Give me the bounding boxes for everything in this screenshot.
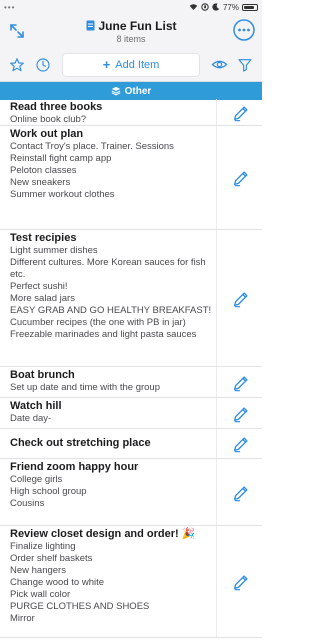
edit-pencil-icon[interactable] bbox=[232, 374, 250, 392]
edit-pencil-icon[interactable] bbox=[232, 573, 250, 591]
row-divider bbox=[216, 429, 217, 458]
expand-icon[interactable] bbox=[8, 22, 26, 40]
item-title: Friend zoom happy hour bbox=[10, 461, 139, 473]
row-divider bbox=[216, 459, 217, 525]
wifi-icon bbox=[189, 4, 198, 10]
list-item[interactable]: Friend zoom happy hour College girls High… bbox=[0, 459, 262, 526]
list-item[interactable]: Test recipies Light summer dishes Differe… bbox=[0, 230, 262, 367]
section-header[interactable]: Other bbox=[0, 82, 262, 100]
section-label: Other bbox=[124, 85, 152, 97]
add-item-button[interactable]: + Add Item bbox=[62, 52, 200, 77]
item-notes: Online book club? bbox=[10, 113, 87, 125]
layers-icon bbox=[111, 86, 121, 96]
toolbar: + Add Item bbox=[0, 48, 262, 82]
row-divider bbox=[216, 526, 217, 637]
item-count: 8 items bbox=[116, 33, 146, 44]
orientation-lock-icon bbox=[201, 3, 209, 11]
view-toggle-button[interactable] bbox=[206, 52, 232, 78]
item-title: Review closet design and order! 🎉 bbox=[10, 528, 196, 540]
star-icon bbox=[10, 57, 24, 71]
reminder-button[interactable] bbox=[30, 52, 56, 78]
item-notes: Set up date and time with the group bbox=[10, 381, 160, 393]
item-title: Test recipies bbox=[10, 232, 77, 244]
row-divider bbox=[216, 398, 217, 428]
list-header: June Fun List 8 items bbox=[0, 14, 262, 48]
edit-pencil-icon[interactable] bbox=[232, 435, 250, 453]
more-options-icon[interactable] bbox=[232, 18, 256, 42]
filter-button[interactable] bbox=[232, 52, 258, 78]
item-notes: College girls High school group Cousins bbox=[10, 473, 87, 509]
edit-pencil-icon[interactable] bbox=[232, 405, 250, 423]
list-item[interactable]: Review closet design and order! 🎉 Finaliz… bbox=[0, 526, 262, 638]
signal-dots: ••• bbox=[4, 2, 16, 12]
list-item[interactable]: Read three books Online book club? bbox=[0, 99, 262, 126]
list-item[interactable]: Boat brunch Set up date and time with the… bbox=[0, 367, 262, 398]
document-icon bbox=[86, 20, 94, 31]
item-title: Check out stretching place bbox=[10, 437, 151, 449]
list-title: June Fun List bbox=[98, 18, 177, 33]
clock-icon bbox=[36, 57, 50, 72]
item-notes: Light summer dishes Different cultures. … bbox=[10, 244, 212, 340]
edit-pencil-icon[interactable] bbox=[232, 104, 250, 122]
edit-pencil-icon[interactable] bbox=[232, 169, 250, 187]
item-notes: Contact Troy's place. Trainer. Sessions … bbox=[10, 140, 174, 200]
edit-pencil-icon[interactable] bbox=[232, 290, 250, 308]
eye-icon bbox=[211, 60, 227, 69]
item-notes: Date day- bbox=[10, 412, 52, 424]
list-item[interactable]: Check out stretching place bbox=[0, 429, 262, 459]
item-title: Boat brunch bbox=[10, 369, 75, 381]
item-notes: Finalize lighting Order shelf baskets Ne… bbox=[10, 540, 150, 624]
row-divider bbox=[216, 230, 217, 366]
add-item-label: Add Item bbox=[115, 58, 160, 71]
plus-icon: + bbox=[102, 57, 111, 72]
item-title: Work out plan bbox=[10, 128, 84, 140]
battery-percent: 77% bbox=[222, 2, 239, 12]
status-bar: ••• 77% bbox=[0, 0, 262, 14]
list-item[interactable]: Watch hill Date day- bbox=[0, 398, 262, 429]
filter-icon bbox=[238, 58, 252, 72]
item-title: Watch hill bbox=[10, 400, 62, 412]
row-divider bbox=[216, 126, 217, 229]
moon-icon bbox=[212, 3, 220, 11]
item-title: Read three books bbox=[10, 101, 103, 113]
edit-pencil-icon[interactable] bbox=[232, 484, 250, 502]
list-item[interactable]: Work out plan Contact Troy's place. Train… bbox=[0, 126, 262, 230]
row-divider bbox=[216, 367, 217, 397]
favorite-button[interactable] bbox=[4, 52, 30, 78]
row-divider bbox=[216, 99, 217, 125]
battery-icon bbox=[242, 3, 258, 11]
